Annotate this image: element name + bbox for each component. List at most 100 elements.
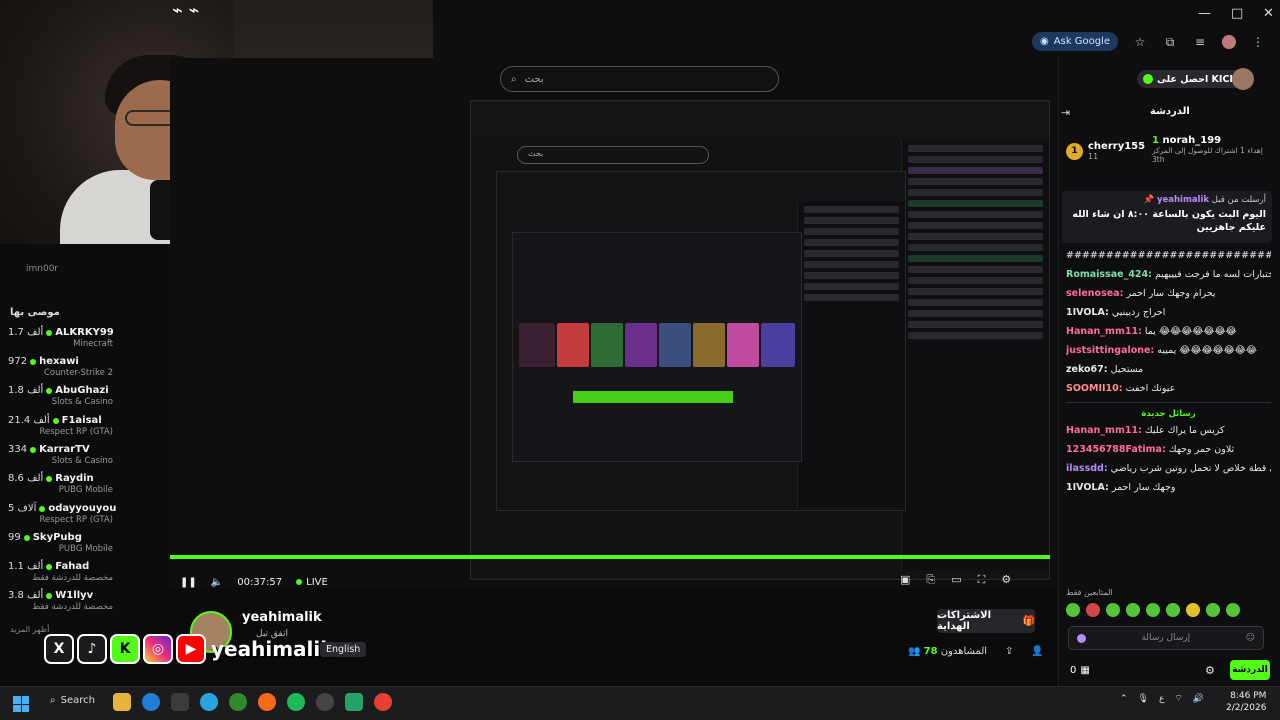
ask-google-button[interactable]: ◉ Ask Google [1031,32,1118,51]
share-icon[interactable]: ⇪ [1005,646,1013,657]
screen: — □ ✕ ◉ Ask Google ☆ ⧉ ≡ ⋮ ⌁ ⌁ imn00r مو… [0,0,1280,720]
emote-icon[interactable] [1166,603,1180,617]
store-icon[interactable] [171,693,189,711]
emote-icon[interactable] [1146,603,1160,617]
sidebar-item[interactable]: 1.8 ألف AbuGhazi Slots & Casino [8,385,163,413]
taskbar-search[interactable]: ⌕ Search [50,695,95,706]
live-dot-icon [46,475,53,482]
volume-icon[interactable]: 🔈 [211,577,223,588]
menu-list-icon[interactable]: ≡ [1192,34,1208,50]
language-tag[interactable]: English [320,642,367,657]
playback-progress-bar[interactable] [170,555,1050,559]
spotify-icon[interactable] [287,693,305,711]
sidebar-item[interactable]: 1.1 ألف Fahad مخصصة للدردشة فقط [8,561,163,589]
windows-start-icon[interactable] [13,696,29,712]
theater-icon[interactable]: ▭ [951,573,961,587]
clip-icon[interactable]: ⎘ [926,573,935,587]
chevron-up-icon[interactable]: ⌃ [1120,694,1128,704]
user-avatar[interactable] [1232,68,1254,90]
emotes-label: المتابعين فقط [1066,588,1113,597]
sidebar-user[interactable]: imn00r [26,264,58,274]
chat-username[interactable]: zeko67: [1066,364,1108,375]
gift-subs-label: الاشتراكات الهداية [937,610,992,632]
pin-icon[interactable]: 📌 [1144,195,1155,205]
profile-avatar[interactable] [1222,34,1236,49]
fullscreen-icon[interactable]: ⛶ [978,573,986,587]
emote-icon[interactable] [1226,603,1240,617]
sidebar-item[interactable]: 972 hexawi Counter-Strike 2 [8,356,163,384]
keyboard-lang-icon[interactable]: ع [1159,694,1164,704]
streamer-name[interactable]: yeahimalik [242,610,322,625]
chat-username[interactable]: 1IVOLA: [1066,307,1109,318]
chrome-icon[interactable] [374,693,392,711]
sidebar-item[interactable]: 5 آلاف odayyouyou Respect RP (GTA) [8,503,163,531]
minimize-icon[interactable]: — [1198,6,1211,21]
pinned-text: اليوم البث يكون بالساعة ٨:٠٠ ان شاء الله… [1072,209,1266,233]
live-dot-icon [52,417,59,424]
soundcloud-icon[interactable] [258,693,276,711]
new-messages-divider [1066,402,1271,403]
search-input[interactable]: ⌕ بحث [500,66,779,92]
chat-username[interactable]: Romaissae_424: [1066,269,1152,280]
viewer-count: 3.8 ألف [8,590,44,601]
telegram-icon[interactable] [200,693,218,711]
channel-name: hexawi [39,356,79,367]
live-dot-icon [46,592,53,599]
show-more-link[interactable]: أظهر المزيد [10,625,49,634]
emote-icon[interactable] [1106,603,1120,617]
github-icon[interactable] [316,693,334,711]
more-vert-icon[interactable]: ⋮ [1250,34,1266,50]
microphone-icon[interactable]: 🎙 [1138,694,1149,704]
star-icon[interactable]: ☆ [1132,34,1148,50]
sidebar-item[interactable]: 1.7 ألف ALKRKY99 Minecraft [8,327,163,355]
sidebar-item[interactable]: 3.8 ألف W1llyv مخصصة للدردشة فقط [8,590,163,618]
chat-username[interactable]: Hanan_mm11: [1066,425,1142,436]
chat-username[interactable]: 1IVOLA: [1066,482,1109,493]
chat-username[interactable]: 123456788Fatima: [1066,444,1166,455]
emote-icon[interactable] [1086,603,1100,617]
volume-icon[interactable]: 🔊 [1193,694,1204,704]
emoji-icon[interactable]: ☺ [1246,633,1255,643]
emote-icon[interactable] [1066,603,1080,617]
settings-gear-icon[interactable]: ⚙ [1001,573,1011,587]
extensions-icon[interactable]: ⧉ [1162,34,1178,50]
pip-icon[interactable]: ▣ [900,573,910,587]
chat-username[interactable]: justsittingalone: [1066,345,1154,356]
close-icon[interactable]: ✕ [1263,6,1274,21]
file-explorer-icon[interactable] [113,693,131,711]
chat-username[interactable]: selenosea: [1066,288,1123,299]
chat-settings-icon[interactable]: ⚙ [1205,664,1215,677]
gifter-entry[interactable]: 1 cherry155 11 [1066,141,1145,161]
stream-video[interactable]: ⌕ بحث بحث [170,58,1060,588]
emote-picker-icon[interactable] [1077,633,1086,643]
pinned-message[interactable]: 📌 yeahimalik أرسلت من قبل اليوم البث يكو… [1062,191,1272,243]
emote-bar [1066,603,1240,617]
chat-message: Hanan_mm11: كريس ما يراك عليك [1066,425,1271,437]
sidebar-item[interactable]: 99 SkyPubg PUBG Mobile [8,532,163,560]
chat-username[interactable]: Hanan_mm11: [1066,326,1142,337]
follow-icon[interactable]: 👤 [1031,646,1043,657]
gift-subs-button[interactable]: الاشتراكات الهداية 🎁 [937,609,1035,633]
wifi-icon[interactable]: ⌔ [1174,693,1182,704]
edge-icon[interactable] [142,693,160,711]
collapse-chat-icon[interactable]: ⇥ [1061,106,1070,119]
emote-icon[interactable] [1186,603,1200,617]
maximize-icon[interactable]: □ [1231,6,1243,21]
app-icon[interactable] [345,693,363,711]
sidebar-item[interactable]: 8.6 ألف Raydin PUBG Mobile [8,473,163,501]
sidebar-item[interactable]: 334 KarrarTV Slots & Casino [8,444,163,472]
channel-points[interactable]: 0 ▦ [1070,665,1090,676]
chat-username[interactable]: SOOMII10: [1066,383,1123,394]
chat-text: احراج رديينيي [1108,307,1166,318]
sidebar-item[interactable]: 21.4 ألف F1aisal Respect RP (GTA) [8,415,163,443]
xbox-icon[interactable] [229,693,247,711]
chat-message-input[interactable]: إرسال رسالة ☺ [1068,626,1264,650]
chat-message: 1IVOLA: احراج رديينيي [1066,307,1271,319]
taskbar-clock[interactable]: 8:46 PM 2/2/2026 [1226,690,1266,714]
emote-icon[interactable] [1126,603,1140,617]
chat-send-button[interactable]: الدردشة [1229,660,1270,680]
gifter-entry[interactable]: 1 norah_199 إهداء 1 اشتراك للوصول إلى ال… [1152,135,1270,164]
chat-username[interactable]: ilassdd: [1066,463,1108,474]
play-pause-icon[interactable]: ❚❚ [180,577,197,588]
emote-icon[interactable] [1206,603,1220,617]
